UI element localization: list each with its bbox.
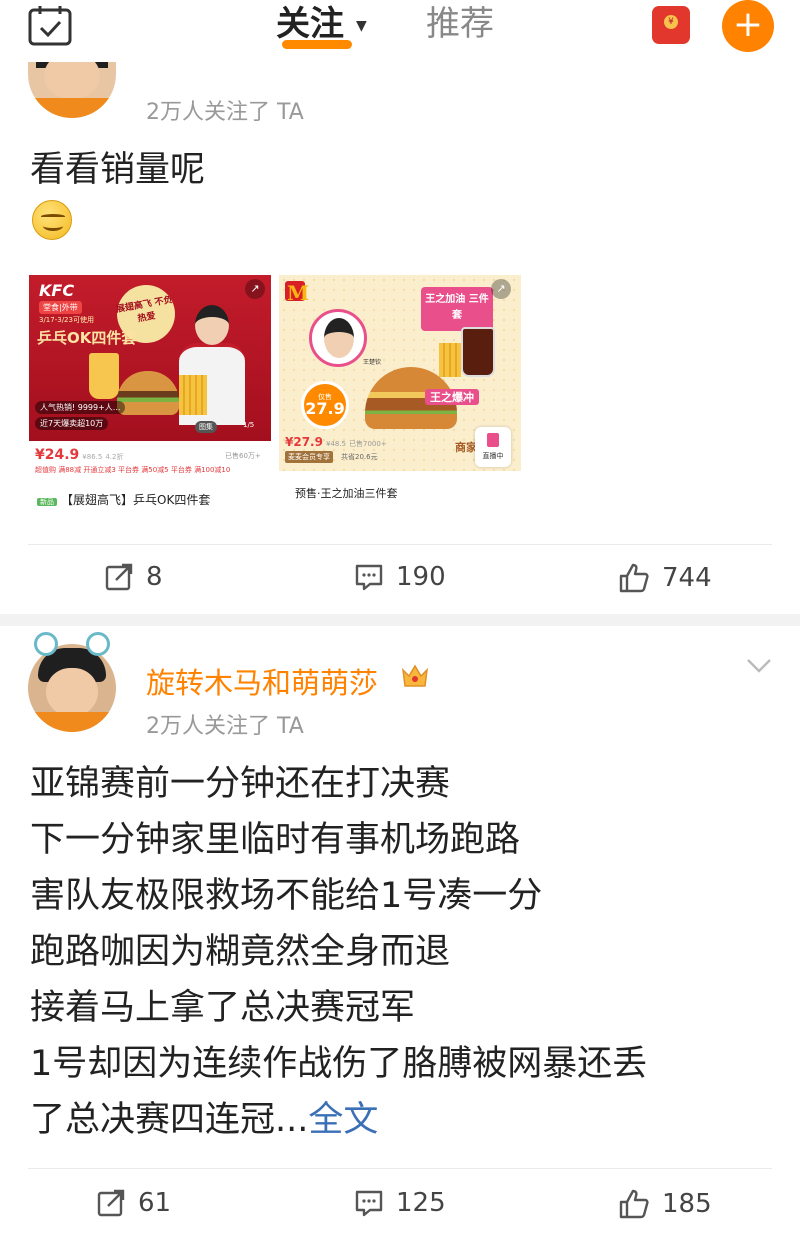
red-packet-icon[interactable]: ¥	[652, 6, 690, 44]
image-pager: 1/5	[243, 421, 255, 429]
username[interactable]: 旋转木马和萌萌莎	[146, 660, 378, 702]
post-text-last-line: 了总决赛四连冠...全文	[30, 1092, 378, 1148]
comment-icon	[355, 564, 383, 591]
comment-icon	[355, 1190, 383, 1217]
post-image-mcdonalds[interactable]: M 王之加油 三件套 王楚钦 仅售 27.9 王之爆冲 ↗ ¥27.9 ¥48.5…	[279, 275, 521, 517]
top-navigation: 关注 ▼ 推荐 ¥ +	[0, 0, 800, 62]
mcd-saving: 共省20.6元	[341, 453, 378, 461]
fries-image	[179, 375, 207, 415]
kfc-sold-count: 已售60万+	[225, 452, 261, 460]
mcd-sold-count: 已售7000+	[349, 440, 387, 448]
post-text-line: 跑路咖因为糊竟然全身而退	[30, 932, 451, 972]
repost-count: 8	[146, 562, 163, 592]
fries-image	[439, 343, 461, 377]
mcd-title: 王之加油 三件套	[421, 287, 493, 331]
post-text-line: 接着马上拿了总决赛冠军	[30, 988, 416, 1028]
post-text-line: 了总决赛四连冠...	[30, 1100, 309, 1140]
mcd-original-price: ¥48.5	[325, 440, 347, 448]
mcd-member-badge: 麦麦会员专享	[285, 451, 333, 463]
mcd-price-row: ¥27.9 ¥48.5 已售7000+	[285, 435, 387, 449]
kfc-tag: 堂食|外带	[39, 301, 82, 314]
crown-icon[interactable]	[400, 662, 430, 690]
comment-count: 190	[396, 562, 446, 592]
mcd-person-image	[309, 309, 367, 367]
repost-icon	[105, 563, 133, 591]
new-label: 新品	[37, 498, 57, 506]
comment-count: 125	[396, 1188, 446, 1218]
share-icon[interactable]: ↗	[245, 279, 265, 299]
kfc-price-row: ¥24.9 ¥86.5 4.2折	[35, 447, 123, 463]
divider	[28, 544, 772, 545]
drink-image	[89, 353, 119, 399]
add-button[interactable]: +	[722, 0, 774, 52]
like-count: 744	[662, 563, 712, 593]
active-tab-indicator	[282, 40, 352, 49]
live-badge[interactable]: 直播中	[475, 427, 511, 467]
cola-image	[461, 327, 495, 377]
like-button[interactable]: 185	[618, 1188, 712, 1220]
kfc-coupons: 超值购 满88减 开通立减3 平台券 满50减5 平台券 满100减10	[35, 466, 231, 474]
mcd-shop-label: 商家	[455, 441, 477, 454]
kfc-product-name: 新品 【展翅高飞】乒乓OK四件套	[37, 491, 210, 508]
post-image-kfc[interactable]: KFC 堂食|外带 3/17-3/23可使用 展翅高飞 不负热爱 乒乓OK四件套…	[29, 275, 271, 517]
smile-emoji-icon	[32, 200, 72, 240]
kfc-product-name-text: 【展翅高飞】乒乓OK四件套	[61, 493, 211, 507]
repost-button[interactable]: 61	[96, 1188, 171, 1218]
thumbs-up-icon	[619, 563, 649, 593]
kfc-sold-badge: 近7天爆卖超10万	[35, 417, 109, 430]
repost-count: 61	[138, 1188, 172, 1218]
mcdonalds-logo: M	[287, 281, 310, 305]
kfc-title: 乒乓OK四件套	[37, 329, 137, 347]
kfc-date: 3/17-3/23可使用	[39, 316, 94, 324]
like-button[interactable]: 744	[618, 562, 712, 594]
mcd-person-name: 王楚钦	[363, 359, 382, 366]
mcd-king-label: 王之爆冲	[425, 389, 479, 405]
repost-button[interactable]: 8	[104, 562, 163, 592]
tab-recommend[interactable]: 推荐	[426, 2, 494, 46]
calendar-check-icon[interactable]	[26, 4, 74, 46]
avatar[interactable]	[28, 632, 116, 732]
chevron-down-icon[interactable]	[745, 656, 773, 676]
caret-down-icon[interactable]: ▼	[356, 18, 367, 34]
kfc-discount: 4.2折	[105, 453, 124, 461]
kfc-original-price: ¥86.5	[82, 453, 103, 461]
section-separator	[0, 614, 800, 626]
post-text-line: 下一分钟家里临时有事机场跑路	[30, 820, 521, 860]
kfc-logo: KFC	[39, 281, 75, 300]
kfc-hot-badge: 人气热销! 9999+人...	[35, 401, 126, 414]
follower-count: 2万人关注了 TA	[146, 100, 304, 125]
thumbs-up-icon	[619, 1189, 649, 1219]
mcd-price: ¥27.9	[285, 435, 323, 449]
kfc-price: ¥24.9	[35, 447, 80, 463]
post-text-line: 1号却因为连续作战伤了胳膊被网暴还丢	[30, 1044, 648, 1084]
post-text-line: 亚锦赛前一分钟还在打决赛	[30, 764, 451, 804]
post-text-line: 害队友极限救场不能给1号凑一分	[30, 876, 543, 916]
comment-button[interactable]: 125	[354, 1188, 446, 1218]
comment-button[interactable]: 190	[354, 562, 446, 592]
divider	[28, 1168, 772, 1169]
mcd-badge-price: 27.9	[305, 399, 345, 418]
post-text: 看看销量呢	[30, 150, 206, 190]
like-count: 185	[662, 1189, 712, 1219]
gallery-button[interactable]: 图集	[195, 421, 217, 433]
mcd-price-badge: 仅售 27.9	[301, 381, 349, 429]
mcd-product-name: 预售·王之加油三件套	[295, 487, 398, 500]
follower-count: 2万人关注了 TA	[146, 714, 304, 739]
repost-icon	[97, 1189, 125, 1217]
share-icon[interactable]: ↗	[491, 279, 511, 299]
read-more-link[interactable]: 全文	[308, 1100, 378, 1140]
